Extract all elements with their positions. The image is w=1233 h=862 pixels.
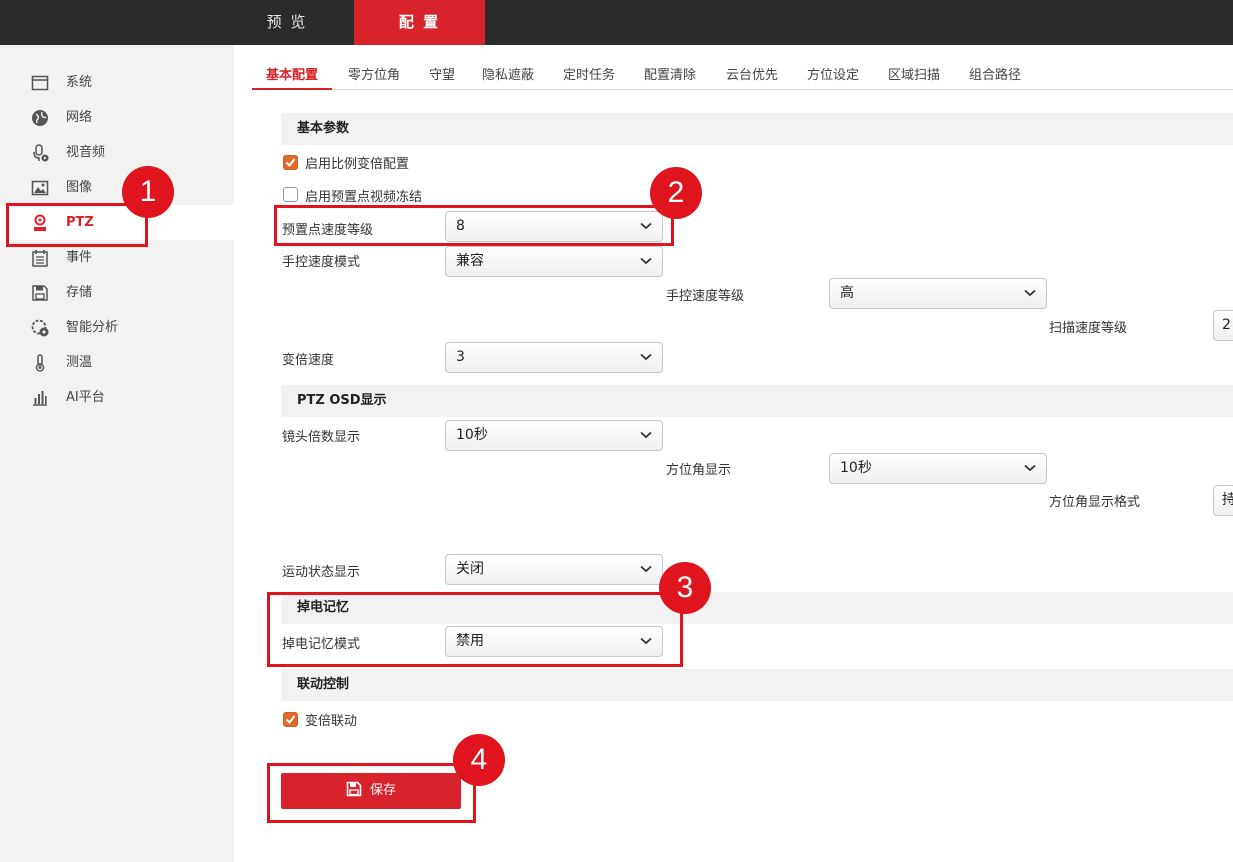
tab-clear-config[interactable]: 配置清除: [638, 62, 702, 90]
floppy-disk-icon: [32, 285, 48, 301]
sub-tab-bar: 基本配置 零方位角 守望 隐私遮蔽 定时任务 配置清除 云台优先 方位设定 区域…: [252, 62, 1233, 90]
annotation-number-3: 3: [659, 562, 711, 614]
tab-park-action[interactable]: 守望: [418, 62, 466, 90]
chevron-down-icon: [640, 353, 652, 361]
annotation-box-2: [274, 205, 674, 246]
enable-preset-freeze-checkbox[interactable]: [283, 187, 298, 202]
annotation-box-1: [6, 203, 148, 247]
tab-ptz-priority[interactable]: 云台优先: [720, 62, 784, 90]
tab-privacy-mask[interactable]: 隐私遮蔽: [476, 62, 540, 90]
calendar-icon: [32, 250, 48, 267]
azimuth-format-select[interactable]: 持: [1213, 485, 1233, 516]
sidebar-item-label: 网络: [66, 110, 93, 125]
sidebar-item-ai-platform[interactable]: AI平台: [0, 380, 234, 415]
tab-zero-azimuth[interactable]: 零方位角: [338, 62, 410, 90]
scan-speed-level-label: 扫描速度等级: [1049, 321, 1128, 336]
manual-speed-level-select[interactable]: 高: [829, 278, 1047, 309]
sidebar-item-system[interactable]: 系统: [0, 65, 234, 100]
motion-status-label: 运动状态显示: [282, 565, 361, 580]
section-ptz-osd: PTZ OSD显示: [281, 385, 1233, 417]
annotation-box-4: [267, 763, 476, 823]
motion-status-select[interactable]: 关闭: [445, 554, 663, 585]
section-basic-params: 基本参数: [281, 113, 1233, 145]
tab-combined-path[interactable]: 组合路径: [963, 62, 1027, 90]
enable-preset-freeze-label: 启用预置点视频冻结: [305, 190, 423, 205]
chevron-down-icon: [1024, 464, 1036, 472]
sidebar-item-label: 智能分析: [66, 320, 119, 335]
sidebar-item-image[interactable]: 图像: [0, 170, 234, 205]
manual-speed-mode-label: 手控速度模式: [282, 255, 361, 270]
zoom-speed-select[interactable]: 3: [445, 342, 663, 373]
bar-chart-icon: [33, 391, 47, 406]
sidebar-item-label: AI平台: [66, 390, 105, 405]
zoom-display-label: 镜头倍数显示: [282, 430, 361, 445]
sidebar-item-network[interactable]: 网络: [0, 100, 234, 135]
tab-config[interactable]: 配 置: [354, 0, 485, 45]
motion-status-value: 关闭: [456, 561, 484, 577]
azimuth-display-select[interactable]: 10秒: [829, 453, 1047, 484]
monitor-icon: [31, 75, 49, 91]
sidebar-item-audio-video[interactable]: 视音频: [0, 135, 234, 170]
chevron-down-icon: [640, 257, 652, 265]
manual-speed-level-value: 高: [840, 285, 854, 301]
chevron-down-icon: [1024, 289, 1036, 297]
sidebar-item-storage[interactable]: 存储: [0, 275, 234, 310]
annotation-number-4: 4: [453, 734, 505, 786]
manual-speed-mode-value: 兼容: [456, 253, 484, 269]
checkmark-icon: [285, 715, 296, 725]
annotation-number-2: 2: [650, 167, 702, 219]
zoom-speed-label: 变倍速度: [282, 353, 335, 368]
top-nav-bar: 预 览 配 置: [0, 0, 1233, 45]
tab-preview[interactable]: 预 览: [234, 0, 340, 45]
sidebar-item-label: 存储: [66, 285, 93, 300]
enable-ratio-zoom-checkbox[interactable]: [283, 155, 298, 170]
scan-speed-level-select[interactable]: 2: [1213, 310, 1233, 341]
zoom-linkage-label: 变倍联动: [305, 714, 358, 729]
sidebar-item-smart-analysis[interactable]: 智能分析: [0, 310, 234, 345]
thermometer-icon: [35, 354, 45, 372]
tab-area-scan[interactable]: 区域扫描: [882, 62, 946, 90]
annotation-box-3: [267, 592, 683, 667]
tab-scheduled-tasks[interactable]: 定时任务: [557, 62, 621, 90]
zoom-linkage-checkbox[interactable]: [283, 712, 298, 727]
zoom-display-select[interactable]: 10秒: [445, 420, 663, 451]
section-linkage-control: 联动控制: [281, 669, 1233, 701]
sidebar: 系统 网络 视音频 图像 PTZ 事件 存储 智能分析 测温 AI平台: [0, 45, 234, 862]
azimuth-format-value: 持: [1222, 492, 1233, 508]
sidebar-item-label: 视音频: [66, 145, 106, 160]
sidebar-item-label: 系统: [66, 75, 93, 90]
tab-azimuth-setting[interactable]: 方位设定: [801, 62, 865, 90]
annotation-number-1: 1: [122, 166, 174, 218]
globe-icon: [32, 110, 48, 126]
sidebar-item-temperature[interactable]: 测温: [0, 345, 234, 380]
chevron-down-icon: [640, 431, 652, 439]
azimuth-display-value: 10秒: [840, 460, 872, 476]
enable-ratio-zoom-label: 启用比例变倍配置: [305, 157, 410, 172]
zoom-speed-value: 3: [456, 349, 465, 365]
sidebar-item-label: 图像: [66, 180, 93, 195]
manual-speed-mode-select[interactable]: 兼容: [445, 246, 663, 277]
microphone-camera-icon: [33, 144, 49, 162]
azimuth-format-label: 方位角显示格式: [1049, 495, 1141, 510]
image-icon: [31, 180, 49, 196]
smart-analysis-icon: [31, 319, 49, 337]
tab-basic-config[interactable]: 基本配置: [252, 62, 332, 90]
zoom-display-value: 10秒: [456, 427, 488, 443]
azimuth-display-label: 方位角显示: [666, 463, 732, 478]
scan-speed-level-value: 2: [1222, 317, 1231, 333]
chevron-down-icon: [640, 565, 652, 573]
checkmark-icon: [285, 158, 296, 168]
sidebar-item-label: 测温: [66, 355, 93, 370]
manual-speed-level-label: 手控速度等级: [666, 289, 745, 304]
